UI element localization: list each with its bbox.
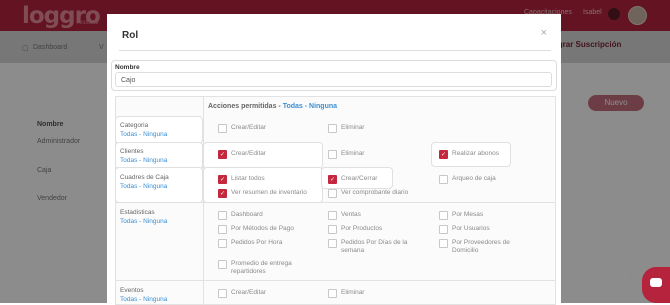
perm-caja-arqueo[interactable]: Arqueo de caja bbox=[439, 175, 496, 184]
checkbox[interactable] bbox=[328, 124, 337, 133]
category-eventos: Eventos Todas - Ninguna bbox=[120, 286, 167, 304]
actions-header: Acciones permitidas - Todas - Ninguna bbox=[208, 103, 337, 110]
checkbox[interactable] bbox=[218, 211, 227, 220]
category-select-all-link[interactable]: Todas - Ninguna bbox=[120, 182, 169, 191]
perm-label: Pedidos Por Días de la semana bbox=[341, 239, 408, 254]
perm-label: Eliminar bbox=[341, 124, 365, 131]
perm-label: Por Métodos de Pago bbox=[231, 225, 294, 232]
checkbox[interactable] bbox=[218, 260, 227, 269]
perm-est-dias[interactable]: Pedidos Por Días de la semana bbox=[328, 239, 418, 255]
perm-label: Listar todos bbox=[231, 175, 265, 182]
perm-label: Ver comprobante diario bbox=[341, 189, 409, 196]
checkbox[interactable]: ✓ bbox=[439, 150, 448, 159]
category-name: Categoria bbox=[120, 122, 149, 129]
checkbox[interactable] bbox=[328, 211, 337, 220]
perm-est-hora[interactable]: Pedidos Por Hora bbox=[218, 239, 282, 248]
actions-select-all-link[interactable]: Todas - Ninguna bbox=[283, 103, 337, 110]
category-select-all-link[interactable]: Todas - Ninguna bbox=[120, 217, 167, 226]
modal-title: Rol bbox=[122, 30, 139, 41]
category-name: Eventos bbox=[120, 287, 144, 294]
category-select-all-link[interactable]: Todas - Ninguna bbox=[120, 156, 167, 165]
perm-label: Crear/Editar bbox=[231, 124, 267, 131]
perm-label: Por Proveedores de Domicilio bbox=[452, 239, 510, 254]
checkbox[interactable] bbox=[328, 150, 337, 159]
perm-est-usuarios[interactable]: Por Usuarios bbox=[439, 225, 490, 234]
perm-label: Crear/Editar bbox=[231, 150, 267, 157]
perm-label: Dashboard bbox=[231, 211, 263, 218]
checkbox[interactable] bbox=[439, 225, 448, 234]
perm-clientes-eliminar[interactable]: Eliminar bbox=[328, 150, 364, 159]
perm-est-ventas[interactable]: Ventas bbox=[328, 211, 361, 220]
perm-label: Realizar abonos bbox=[452, 150, 499, 157]
checkbox[interactable] bbox=[328, 189, 337, 198]
category-select-all-link[interactable]: Todas - Ninguna bbox=[120, 130, 167, 139]
checkbox[interactable] bbox=[218, 124, 227, 133]
category-cuadres-de-caja: Cuadres de Caja Todas - Ninguna bbox=[120, 173, 169, 191]
perm-label: Por Usuarios bbox=[452, 225, 490, 232]
checkbox[interactable] bbox=[218, 289, 227, 298]
actions-title: Acciones permitidas - bbox=[208, 103, 283, 110]
perm-label: Crear/Editar bbox=[231, 289, 267, 296]
perm-label: Promedio de entrega repartidores bbox=[231, 260, 292, 275]
perm-est-dashboard[interactable]: Dashboard bbox=[218, 211, 263, 220]
divider bbox=[116, 202, 555, 203]
name-field-group: Nombre Cajo bbox=[112, 61, 556, 90]
category-clientes: Clientes Todas - Ninguna bbox=[120, 147, 167, 165]
perm-est-metodos[interactable]: Por Métodos de Pago bbox=[218, 225, 294, 234]
checkbox[interactable] bbox=[328, 239, 337, 248]
perm-caja-crear-cerrar[interactable]: ✓ Crear/Cerrar bbox=[328, 175, 377, 184]
perm-caja-comprobante[interactable]: Ver comprobante diario bbox=[328, 189, 408, 198]
perm-categoria-eliminar[interactable]: Eliminar bbox=[328, 124, 364, 133]
perm-est-proveedores[interactable]: Por Proveedores de Domicilio bbox=[439, 239, 529, 255]
chat-icon bbox=[650, 278, 662, 287]
perm-est-productos[interactable]: Por Productos bbox=[328, 225, 382, 234]
perm-label: Por Mesas bbox=[452, 211, 484, 218]
category-name: Cuadres de Caja bbox=[120, 174, 169, 181]
checkbox[interactable] bbox=[439, 211, 448, 220]
category-name: Clientes bbox=[120, 148, 144, 155]
name-label: Nombre bbox=[115, 64, 140, 71]
perm-clientes-crear[interactable]: ✓ Crear/Editar bbox=[218, 150, 266, 159]
perm-caja-resumen[interactable]: ✓ Ver resumen de inventario bbox=[218, 189, 307, 198]
category-estadisticas: Estadisticas Todas - Ninguna bbox=[120, 208, 167, 226]
close-icon[interactable]: × bbox=[541, 27, 547, 39]
checkbox[interactable]: ✓ bbox=[218, 150, 227, 159]
perm-caja-listar[interactable]: ✓ Listar todos bbox=[218, 175, 265, 184]
perm-label: Eliminar bbox=[341, 150, 365, 157]
perm-label: Pedidos Por Hora bbox=[231, 239, 283, 246]
category-name: Estadisticas bbox=[120, 209, 155, 216]
perm-categoria-crear[interactable]: Crear/Editar bbox=[218, 124, 266, 133]
checkbox[interactable] bbox=[439, 239, 448, 248]
checkbox[interactable] bbox=[218, 225, 227, 234]
chat-widget-button[interactable] bbox=[642, 267, 670, 303]
perm-est-promedio[interactable]: Promedio de entrega repartidores bbox=[218, 260, 318, 276]
perm-ev-crear[interactable]: Crear/Editar bbox=[218, 289, 266, 298]
perm-label: Eliminar bbox=[341, 289, 365, 296]
perm-label: Por Productos bbox=[341, 225, 383, 232]
divider bbox=[119, 50, 551, 51]
perm-label: Ventas bbox=[341, 211, 361, 218]
checkbox[interactable]: ✓ bbox=[218, 175, 227, 184]
name-input[interactable]: Cajo bbox=[115, 72, 552, 87]
drag-handle-icon[interactable]: ⁞⁞ ⁞⁞ bbox=[629, 271, 635, 288]
divider bbox=[116, 280, 555, 281]
checkbox[interactable]: ✓ bbox=[328, 175, 337, 184]
perm-est-mesas[interactable]: Por Mesas bbox=[439, 211, 483, 220]
category-categoria: Categoria Todas - Ninguna bbox=[120, 121, 167, 139]
checkbox[interactable] bbox=[328, 225, 337, 234]
perm-ev-eliminar[interactable]: Eliminar bbox=[328, 289, 364, 298]
checkbox[interactable] bbox=[328, 289, 337, 298]
perm-label: Crear/Cerrar bbox=[341, 175, 378, 182]
perm-label: Ver resumen de inventario bbox=[231, 189, 307, 196]
checkbox[interactable] bbox=[439, 175, 448, 184]
perm-label: Arqueo de caja bbox=[452, 175, 496, 182]
perm-clientes-abonos[interactable]: ✓ Realizar abonos bbox=[439, 150, 499, 159]
permissions-table: Acciones permitidas - Todas - Ninguna Ca… bbox=[115, 96, 556, 305]
checkbox[interactable] bbox=[218, 239, 227, 248]
checkbox[interactable]: ✓ bbox=[218, 189, 227, 198]
